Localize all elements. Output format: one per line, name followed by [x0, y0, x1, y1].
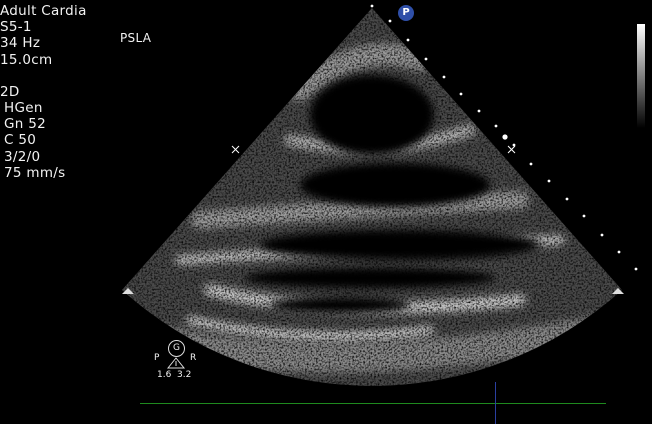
- ultrasound-sector: [122, 4, 638, 386]
- settings-panel: Adult Cardia S5-1 34 Hz 15.0cm 2D HGen G…: [0, 3, 87, 181]
- processing-value: 3/2/0: [4, 148, 41, 165]
- orientation-left-label: P: [154, 353, 160, 363]
- grayscale-bar-cap: [637, 24, 645, 26]
- grayscale-bar: [637, 24, 645, 128]
- compression-value: C 50: [4, 132, 37, 149]
- gain-g-icon: G: [168, 340, 185, 357]
- mode-label: 2D: [0, 83, 20, 100]
- probe-orientation-marker: P: [398, 5, 414, 21]
- gain-value: Gn 52: [4, 116, 46, 133]
- frame-rate: 34 Hz: [0, 35, 41, 52]
- timeline-bar[interactable]: [140, 403, 606, 404]
- timeline-cursor[interactable]: [495, 382, 496, 424]
- sweep-speed: 75 mm/s: [4, 164, 66, 181]
- orientation-right-label: R: [190, 353, 197, 363]
- harmonic-label: HGen: [4, 100, 43, 117]
- orientation-triangle-icon: [166, 357, 186, 369]
- preset-label: Adult Cardia: [0, 3, 87, 19]
- focus-values: 1.6 3.2: [157, 370, 192, 380]
- depth-value: 15.0cm: [0, 51, 53, 68]
- probe-label: S5-1: [0, 19, 32, 36]
- view-label: PSLA: [120, 31, 152, 45]
